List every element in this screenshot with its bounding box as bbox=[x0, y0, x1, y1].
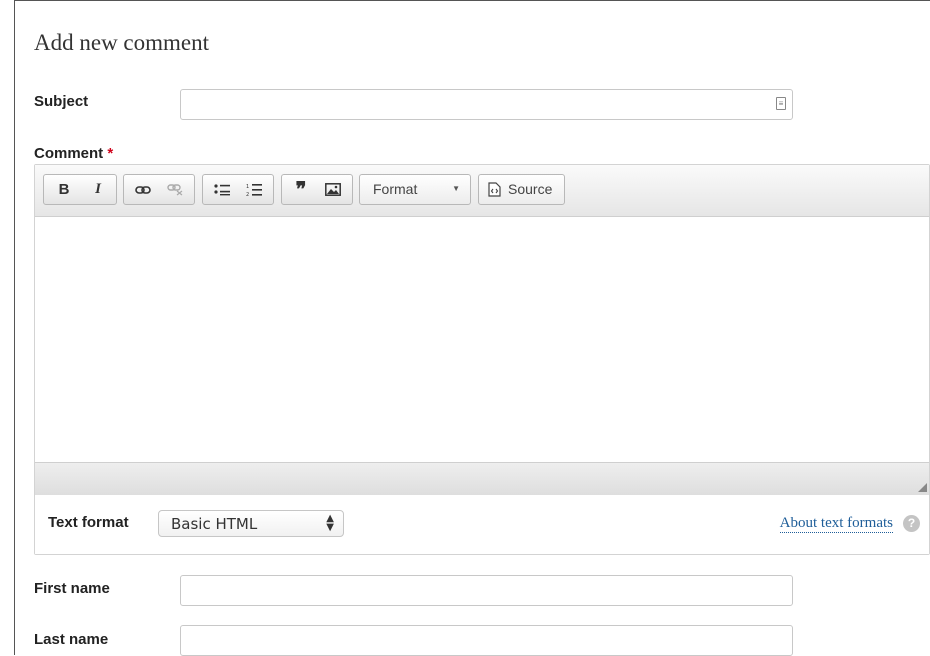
format-dropdown-label: Format bbox=[373, 181, 418, 197]
select-arrows-icon: ▲ ▼ bbox=[326, 513, 334, 533]
source-button[interactable]: Source bbox=[478, 174, 565, 205]
source-button-label: Source bbox=[508, 181, 553, 197]
autofill-icon[interactable]: ≡ bbox=[776, 97, 786, 110]
svg-text:1: 1 bbox=[246, 184, 249, 190]
unlink-icon bbox=[167, 183, 183, 195]
last-name-label: Last name bbox=[34, 631, 109, 648]
blocks-group: ❞ bbox=[281, 174, 353, 205]
basic-styles-group: B I bbox=[43, 174, 117, 205]
text-format-select[interactable]: Basic HTML ▲ ▼ bbox=[158, 510, 344, 537]
blockquote-button[interactable]: ❞ bbox=[286, 175, 316, 204]
numbered-list-icon: 12 bbox=[246, 183, 262, 197]
text-format-selected: Basic HTML bbox=[171, 515, 258, 533]
image-icon bbox=[325, 183, 341, 196]
first-name-label: First name bbox=[34, 580, 110, 597]
comment-body-editor[interactable] bbox=[35, 217, 929, 462]
italic-button[interactable]: I bbox=[82, 175, 114, 204]
link-icon bbox=[135, 185, 151, 194]
text-format-row: Text format Basic HTML ▲ ▼ About text for… bbox=[35, 495, 929, 554]
about-text-formats-link[interactable]: About text formats bbox=[779, 515, 893, 533]
unlink-button[interactable] bbox=[160, 175, 190, 204]
bold-button[interactable]: B bbox=[48, 175, 80, 204]
form-heading: Add new comment bbox=[34, 30, 210, 55]
editor-toolbar: B I 12 ❞ Format ▼ Source bbox=[35, 165, 929, 217]
editor-status-bar bbox=[35, 462, 929, 495]
comment-label: Comment * bbox=[34, 145, 114, 162]
first-name-input[interactable] bbox=[180, 575, 793, 606]
format-dropdown[interactable]: Format ▼ bbox=[359, 174, 471, 205]
lists-group: 12 bbox=[202, 174, 274, 205]
rich-text-editor: B I 12 ❞ Format ▼ Source Text format Bas… bbox=[34, 164, 930, 555]
resize-handle-icon[interactable] bbox=[918, 483, 927, 492]
svg-text:2: 2 bbox=[246, 192, 249, 197]
links-group bbox=[123, 174, 195, 205]
bulleted-list-icon bbox=[214, 184, 230, 196]
help-icon[interactable]: ? bbox=[903, 515, 920, 532]
image-button[interactable] bbox=[318, 175, 348, 204]
subject-label: Subject bbox=[34, 93, 89, 110]
link-button[interactable] bbox=[128, 175, 158, 204]
last-name-input[interactable] bbox=[180, 625, 793, 656]
blockquote-icon: ❞ bbox=[295, 179, 307, 201]
numbered-list-button[interactable]: 12 bbox=[239, 175, 269, 204]
required-marker: * bbox=[107, 145, 114, 162]
dropdown-arrow-icon: ▼ bbox=[452, 184, 460, 193]
bulleted-list-button[interactable] bbox=[207, 175, 237, 204]
source-icon bbox=[488, 182, 501, 197]
subject-input[interactable]: ≡ bbox=[180, 89, 793, 120]
text-format-label: Text format bbox=[48, 514, 129, 531]
